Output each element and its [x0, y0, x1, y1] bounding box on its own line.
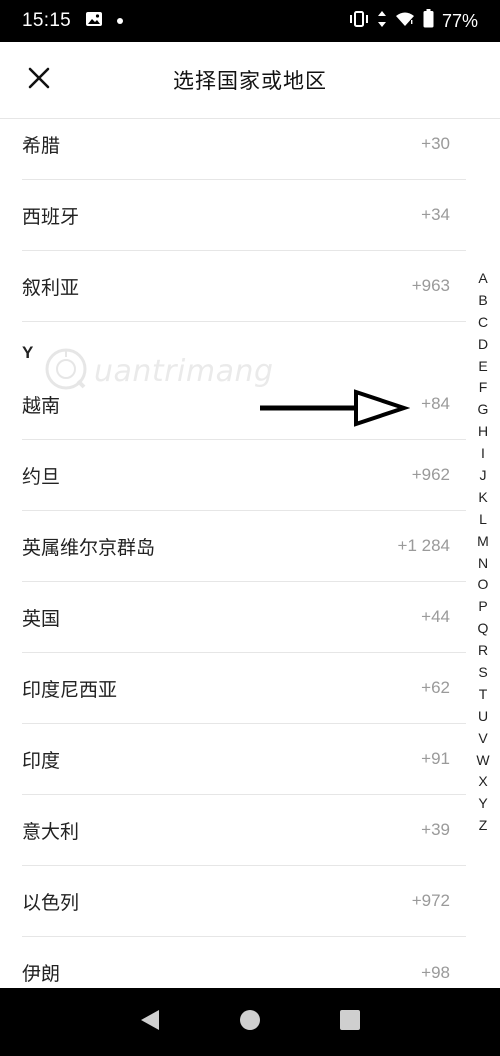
- notification-dot: [117, 18, 124, 24]
- section-header: Y: [22, 343, 34, 362]
- country-code: +98: [421, 962, 450, 982]
- index-letter-z[interactable]: Z: [466, 815, 500, 837]
- back-triangle-icon: [139, 1008, 161, 1036]
- index-letter-p[interactable]: P: [466, 596, 500, 618]
- country-name: 英属维尔京群岛: [22, 536, 156, 559]
- country-code: +963: [411, 276, 450, 295]
- recents-square-icon: [339, 1009, 361, 1035]
- index-letter-i[interactable]: I: [466, 443, 500, 465]
- battery-percent: 77%: [441, 10, 478, 31]
- recents-button[interactable]: [330, 1002, 370, 1042]
- country-name: 印度: [22, 749, 61, 772]
- index-letter-d[interactable]: D: [466, 334, 500, 356]
- country-name: 印度尼西亚: [22, 678, 118, 701]
- index-letter-b[interactable]: B: [466, 290, 500, 312]
- close-icon: [27, 66, 51, 94]
- index-letter-j[interactable]: J: [466, 465, 500, 487]
- gallery-icon: [85, 11, 103, 32]
- header: 选择国家或地区: [0, 42, 500, 119]
- data-arrows-icon: [377, 10, 387, 33]
- back-button[interactable]: [130, 1002, 170, 1042]
- home-button[interactable]: [230, 1002, 270, 1042]
- list-item[interactable]: 印度 +91: [22, 724, 466, 795]
- country-name: 越南: [22, 394, 61, 417]
- country-code: +44: [421, 607, 450, 626]
- index-letter-q[interactable]: Q: [466, 618, 500, 640]
- country-code: +91: [421, 749, 450, 768]
- list-item[interactable]: 叙利亚 +963: [22, 251, 466, 322]
- country-code: +30: [421, 134, 450, 153]
- country-name: 英国: [22, 607, 61, 630]
- list-item[interactable]: 意大利 +39: [22, 795, 466, 866]
- list-item[interactable]: 印度尼西亚 +62: [22, 653, 466, 724]
- index-letter-x[interactable]: X: [466, 771, 500, 793]
- country-code: +972: [411, 891, 450, 910]
- index-letter-k[interactable]: K: [466, 487, 500, 509]
- index-letter-r[interactable]: R: [466, 640, 500, 662]
- country-code: +962: [411, 465, 450, 484]
- list-item[interactable]: 伊朗 +98: [22, 937, 466, 988]
- country-name: 以色列: [22, 891, 80, 914]
- country-name: 约旦: [22, 465, 61, 488]
- list-item[interactable]: 越南 +84: [22, 369, 466, 440]
- page-title: 选择国家或地区: [173, 69, 327, 93]
- index-letter-g[interactable]: G: [466, 399, 500, 421]
- country-code: +1 284: [397, 536, 450, 555]
- country-name: 希腊: [22, 134, 61, 157]
- index-letter-l[interactable]: L: [466, 509, 500, 531]
- index-letter-v[interactable]: V: [466, 728, 500, 750]
- country-code: +84: [421, 394, 450, 413]
- index-letter-n[interactable]: N: [466, 553, 500, 575]
- country-name: 叙利亚: [22, 276, 80, 299]
- index-letter-c[interactable]: C: [466, 312, 500, 334]
- list-item[interactable]: 希腊 +30: [22, 119, 466, 180]
- status-bar: 15:15 77%: [0, 0, 500, 42]
- index-letter-s[interactable]: S: [466, 662, 500, 684]
- country-name: 伊朗: [22, 963, 61, 985]
- country-code: +34: [421, 205, 450, 224]
- list-item[interactable]: 英国 +44: [22, 582, 466, 653]
- country-list: 希腊 +30 西班牙 +34 叙利亚 +963 Y 越南 +84 约旦 +962…: [0, 119, 500, 988]
- index-letter-t[interactable]: T: [466, 684, 500, 706]
- list-item[interactable]: 约旦 +962: [22, 440, 466, 511]
- home-circle-icon: [239, 1009, 261, 1035]
- country-name: 西班牙: [22, 205, 80, 228]
- list-item[interactable]: 以色列 +972: [22, 866, 466, 937]
- country-code: +62: [421, 678, 450, 697]
- wifi-icon: [395, 11, 415, 32]
- index-letter-w[interactable]: W: [466, 750, 500, 772]
- index-letter-o[interactable]: O: [466, 574, 500, 596]
- status-time: 15:15: [22, 10, 72, 31]
- index-letter-m[interactable]: M: [466, 531, 500, 553]
- list-item[interactable]: 英属维尔京群岛 +1 284: [22, 511, 466, 582]
- battery-icon: [423, 9, 434, 33]
- index-letter-y[interactable]: Y: [466, 793, 500, 815]
- index-letter-a[interactable]: A: [466, 268, 500, 290]
- index-letter-e[interactable]: E: [466, 356, 500, 378]
- vibrate-icon: [349, 10, 369, 33]
- close-button[interactable]: [22, 63, 56, 97]
- index-letter-u[interactable]: U: [466, 706, 500, 728]
- country-code: +39: [421, 820, 450, 839]
- country-name: 意大利: [22, 820, 80, 843]
- status-right: 77%: [349, 9, 478, 33]
- index-letter-f[interactable]: F: [466, 377, 500, 399]
- alphabet-index-bar[interactable]: ABCDEFGHIJKLMNOPQRSTUVWXYZ: [466, 268, 500, 837]
- status-left: 15:15: [22, 10, 124, 32]
- list-item[interactable]: 西班牙 +34: [22, 180, 466, 251]
- system-nav-bar: [0, 988, 500, 1056]
- index-letter-h[interactable]: H: [466, 421, 500, 443]
